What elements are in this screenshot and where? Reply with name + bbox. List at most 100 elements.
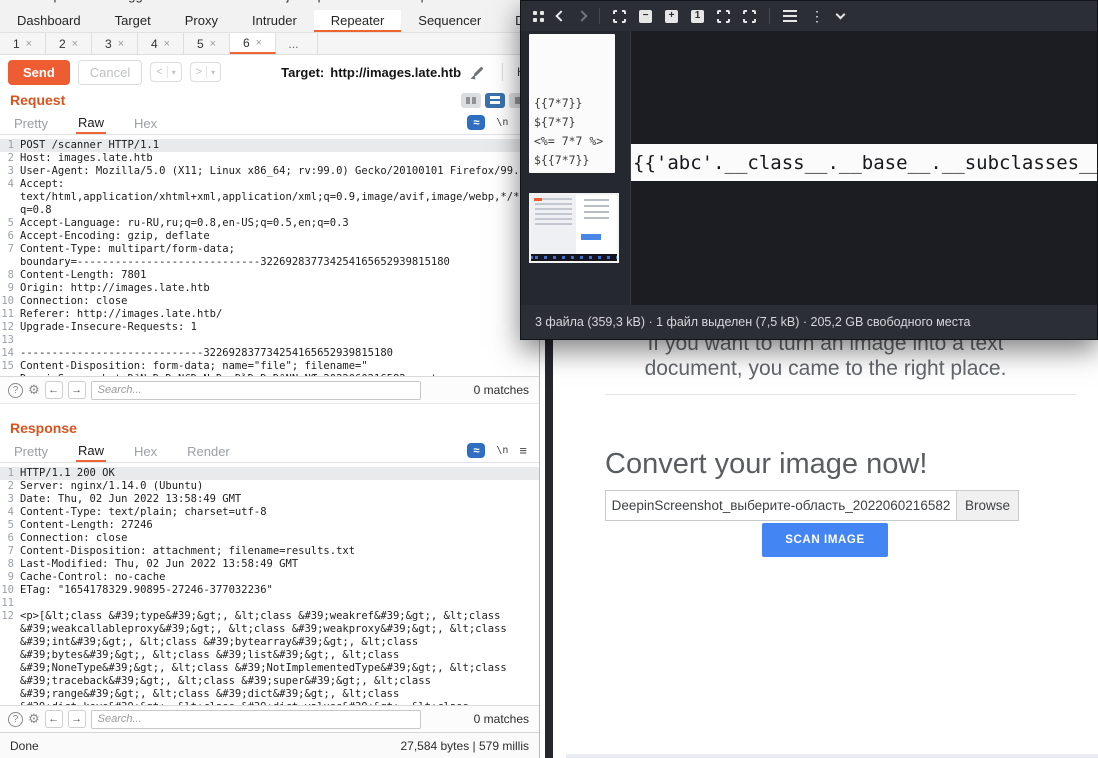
history-forward-button[interactable]: > ▾ — [190, 62, 221, 82]
search-input[interactable] — [91, 710, 421, 729]
close-icon[interactable]: × — [210, 38, 216, 50]
status-metrics: 27,584 bytes | 579 millis — [400, 739, 529, 753]
editor-menu-icon[interactable]: ≡ — [519, 443, 527, 458]
scan-image-button[interactable]: SCAN IMAGE — [762, 523, 888, 557]
editor-line: 1 POST /scanner HTTP/1.1 — [0, 139, 539, 152]
top-menu-tab[interactable]: Extender — [184, 0, 236, 3]
status-done: Done — [10, 739, 39, 753]
repeater-tab[interactable]: ... — [276, 33, 318, 54]
prettify-icon[interactable]: ≈ — [467, 443, 485, 458]
top-menu-tab[interactable]: Logger — [114, 0, 154, 3]
file-input-value: DeepinScreenshot_выберите-область_202206… — [606, 491, 956, 520]
repeater-tab[interactable]: 6 × — [230, 33, 276, 54]
main-tab[interactable]: Proxy — [168, 10, 235, 32]
close-icon[interactable]: × — [72, 38, 78, 50]
editor-line: 9 Origin: http://images.late.htb — [0, 282, 539, 295]
view-tab[interactable]: Pretty — [12, 112, 50, 133]
main-tab[interactable]: Sequencer — [401, 10, 498, 32]
view-tab[interactable]: Render — [185, 440, 232, 461]
search-prev-button[interactable]: ← — [45, 381, 63, 399]
back-icon[interactable] — [555, 10, 566, 21]
chevron-down-icon[interactable] — [836, 10, 846, 20]
request-editor[interactable]: 1 POST /scanner HTTP/1.1 2 Host: images.… — [0, 135, 539, 376]
zoom-actual-size-icon[interactable]: 1 — [691, 10, 704, 23]
target-display: Target: http://images.late.htb HTTP/1 — [281, 63, 558, 81]
help-icon[interactable]: ? — [8, 712, 23, 727]
zoom-out-icon[interactable]: − — [639, 10, 652, 23]
top-menu-tab[interactable]: Comparer — [26, 0, 84, 3]
prettify-icon[interactable]: ≈ — [467, 115, 485, 130]
close-icon[interactable]: × — [256, 37, 262, 49]
search-next-button[interactable]: → — [68, 381, 86, 399]
repeater-tab[interactable]: 1 × — [0, 33, 46, 54]
repeater-tab[interactable]: 5 × — [184, 33, 230, 54]
thumbnail-panel: {{7*7}}${7*7}<%= 7*7 %>${{7*7}} — [521, 31, 631, 305]
request-header: Request — [0, 89, 539, 111]
main-tab[interactable]: Dashboard — [0, 10, 98, 32]
chevron-down-icon[interactable]: ▾ — [172, 68, 176, 77]
layout-rows-button[interactable] — [485, 93, 505, 108]
zoom-fit-icon[interactable] — [613, 10, 626, 23]
close-icon[interactable]: × — [118, 38, 124, 50]
editor-line: &#39;range&#39;&gt;, &lt;class &#39;dict… — [0, 688, 539, 701]
file-input[interactable]: DeepinScreenshot_выберите-область_202206… — [605, 490, 1019, 521]
search-input[interactable] — [91, 381, 421, 400]
gear-icon[interactable]: ⚙ — [28, 713, 40, 726]
list-view-icon[interactable] — [783, 10, 797, 22]
view-tab[interactable]: Hex — [132, 440, 159, 461]
payload-text-thumbnail[interactable]: {{7*7}}${7*7}<%= 7*7 %>${{7*7}} — [529, 34, 615, 173]
close-icon[interactable]: × — [26, 38, 32, 50]
top-menu-tab[interactable]: User options — [382, 0, 455, 3]
main-tab[interactable]: Target — [98, 10, 168, 32]
match-count: 0 matches — [474, 712, 531, 726]
top-menu-tab[interactable]: Project options — [266, 0, 352, 3]
history-back-button[interactable]: < ▾ — [150, 62, 181, 82]
editor-line: 2 Host: images.late.htb — [0, 152, 539, 165]
pencil-icon[interactable] — [471, 65, 486, 80]
cancel-button[interactable]: Cancel — [78, 60, 142, 85]
view-tab[interactable]: Pretty — [12, 440, 50, 461]
view-tab[interactable]: Raw — [76, 111, 106, 134]
match-count: 0 matches — [474, 383, 531, 397]
editor-line: 4 Accept: — [0, 178, 539, 191]
help-icon[interactable]: ? — [8, 383, 23, 398]
top-menu-tab[interactable]: Learn — [485, 0, 518, 3]
layout-columns-button[interactable] — [461, 93, 481, 108]
view-tab[interactable]: Raw — [76, 439, 106, 462]
editor-line: 7 Content-Type: multipart/form-data; — [0, 243, 539, 256]
repeater-tab[interactable]: 4 × — [138, 33, 184, 54]
target-url: http://images.late.htb — [330, 65, 461, 80]
fit-screen-icon[interactable] — [743, 10, 756, 23]
panel-splitter[interactable] — [0, 403, 539, 417]
newline-toggle-icon[interactable]: \n — [496, 445, 508, 456]
main-tab[interactable]: Repeater — [314, 10, 401, 32]
thumbnails-grid-icon[interactable] — [533, 11, 544, 22]
repeater-tab[interactable]: 2 × — [46, 33, 92, 54]
view-tab[interactable]: Hex — [132, 112, 159, 133]
response-editor[interactable]: 1 HTTP/1.1 200 OK 2 Server: nginx/1.14.0… — [0, 463, 539, 705]
close-icon[interactable]: × — [164, 38, 170, 50]
gear-icon[interactable]: ⚙ — [28, 384, 40, 397]
response-title: Response — [10, 420, 77, 436]
zoom-in-icon[interactable]: + — [665, 10, 678, 23]
search-prev-button[interactable]: ← — [45, 710, 63, 728]
editor-line: &#39;bytes&#39;&gt;, &lt;class &#39;list… — [0, 649, 539, 662]
request-title: Request — [10, 92, 65, 108]
file-count-status: 3 файла (359,3 kB) · 1 файл выделен (7,5… — [535, 315, 971, 329]
repeater-tab[interactable]: 3 × — [92, 33, 138, 54]
browse-button[interactable]: Browse — [956, 491, 1018, 520]
editor-line: 13 — [0, 334, 539, 347]
screenshot-thumbnail[interactable] — [529, 193, 619, 263]
editor-line: 14 -----------------------------32269283… — [0, 347, 539, 360]
send-button[interactable]: Send — [8, 60, 70, 85]
kebab-menu-icon[interactable]: ⋮ — [810, 9, 824, 23]
newline-toggle-icon[interactable]: \n — [496, 117, 508, 128]
viewer-toolbar: − + 1 ⋮ — [521, 1, 1097, 31]
image-viewer-window: − + 1 ⋮ {{7*7}}${7*7}<%= 7*7 %>${{7*7}} … — [520, 0, 1098, 340]
image-strip-view[interactable]: {{'abc'.__class__.__base__.__subclasses_… — [631, 144, 1097, 181]
fit-width-icon[interactable] — [717, 10, 730, 23]
forward-icon[interactable] — [576, 10, 587, 21]
search-next-button[interactable]: → — [68, 710, 86, 728]
chevron-down-icon[interactable]: ▾ — [211, 68, 215, 77]
main-tab[interactable]: Intruder — [235, 10, 314, 32]
